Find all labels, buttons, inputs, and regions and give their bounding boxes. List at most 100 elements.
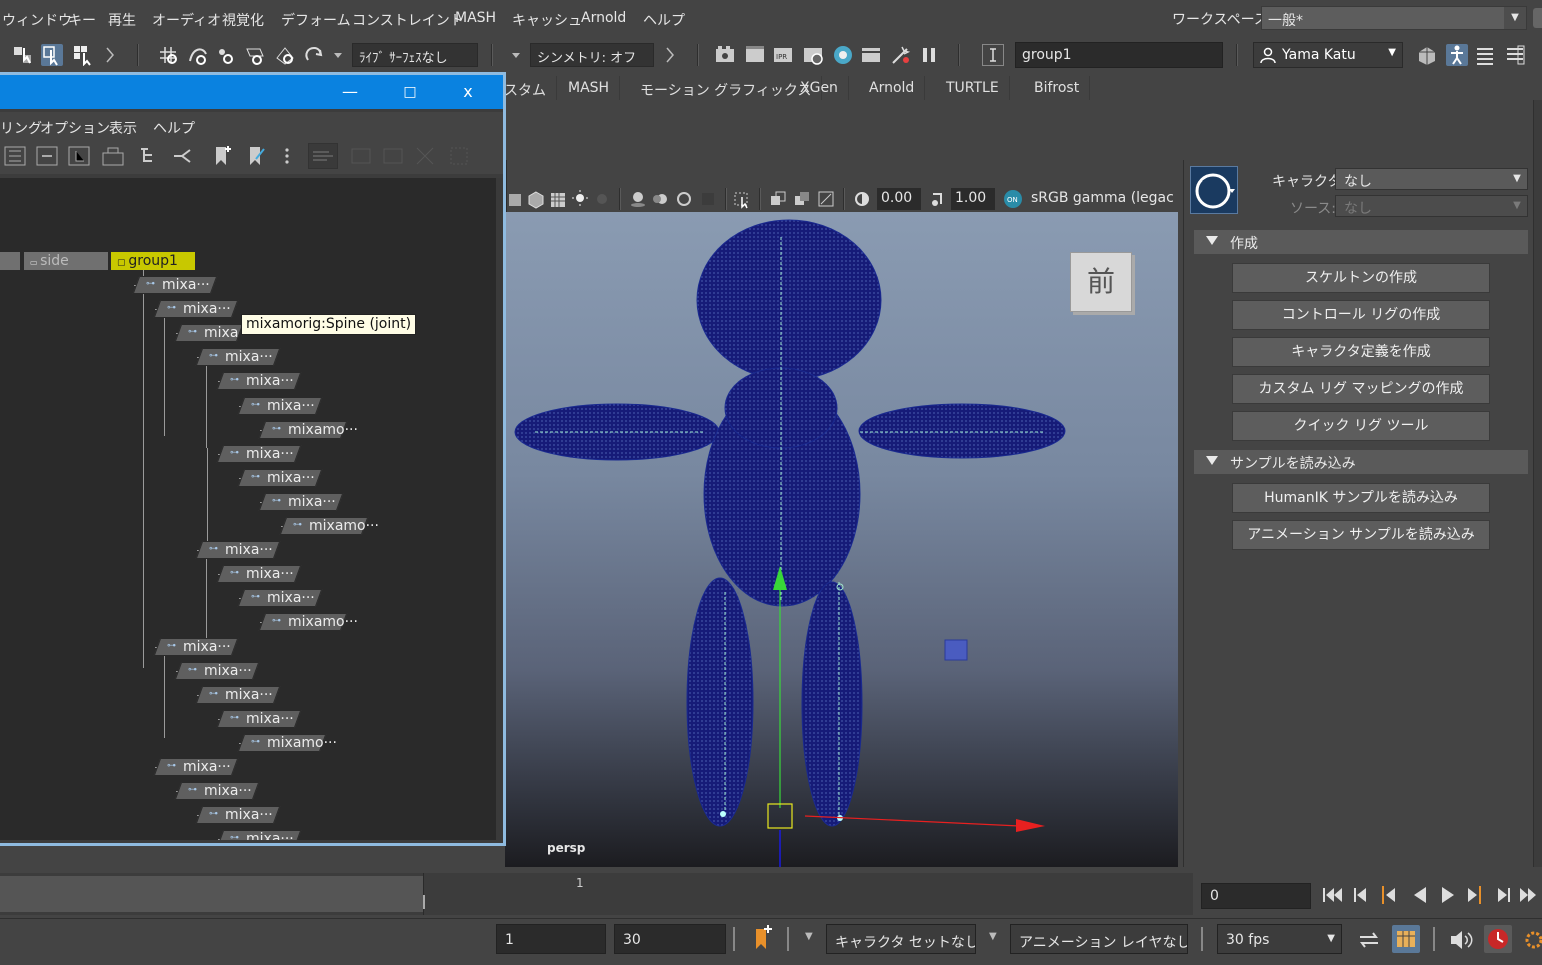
anti-aliasing-icon[interactable]: [675, 188, 693, 210]
manipulator-plane-handle[interactable]: [944, 639, 968, 661]
current-frame-indicator[interactable]: [423, 895, 425, 909]
menu-cache[interactable]: キャッシュ: [512, 10, 582, 30]
outliner-item-stub[interactable]: [0, 252, 20, 270]
snap-view-plane-icon[interactable]: [244, 44, 266, 66]
outliner-joint-item[interactable]: ⊶ mixa···: [153, 758, 239, 776]
collapse-arrow-icon[interactable]: [664, 44, 676, 66]
sort-icon[interactable]: [350, 145, 372, 167]
shelf-tab-mash[interactable]: MASH: [558, 76, 621, 100]
hierarchy-icon[interactable]: [138, 145, 160, 167]
current-time-field[interactable]: 0: [1201, 883, 1311, 909]
color-space-label[interactable]: sRGB gamma (legac: [1031, 190, 1178, 206]
step-forward-frame-icon[interactable]: [1468, 886, 1481, 904]
quick-rig-tool-button[interactable]: クイック リグ ツール: [1232, 411, 1490, 441]
outliner-joint-item[interactable]: ⊶ mixa···: [195, 806, 281, 825]
resolution-gate-icon[interactable]: [817, 188, 835, 210]
outliner-joint-item[interactable]: ⊶ mixa···: [216, 372, 302, 391]
outliner-scrollbar[interactable]: [496, 178, 503, 840]
load-humanik-sample-button[interactable]: HumanIK サンプルを読み込み: [1232, 483, 1490, 513]
select-object-icon[interactable]: [41, 44, 63, 66]
humanik-logo-icon[interactable]: [1190, 166, 1238, 214]
section-create[interactable]: 作成: [1194, 230, 1528, 254]
step-back-frame-icon[interactable]: [1382, 886, 1395, 904]
cache-playback-icon[interactable]: [1392, 925, 1420, 953]
attribute-editor-icon[interactable]: [1474, 44, 1496, 66]
outliner-joint-item[interactable]: ⊶ mixa···: [132, 276, 218, 294]
outliner-joint-item[interactable]: ⊶ mixamo···: [237, 733, 337, 752]
outliner-joint-item[interactable]: ⊶ mixa···: [174, 661, 260, 680]
lights-icon[interactable]: [571, 188, 589, 210]
render-settings-icon[interactable]: [802, 44, 824, 66]
range-end-field[interactable]: 30: [614, 924, 726, 954]
pin-add-icon[interactable]: [210, 145, 232, 167]
outliner-joint-item[interactable]: ⊶ mixa···: [237, 468, 323, 487]
go-to-start-icon[interactable]: [1323, 888, 1342, 902]
hypershade-icon[interactable]: [832, 44, 854, 66]
isolate-select-icon[interactable]: [733, 188, 751, 210]
gamma-icon[interactable]: [929, 188, 947, 210]
channel-box-icon[interactable]: [1504, 44, 1526, 66]
live-surface-field[interactable]: ﾗｲﾌﾞ ｻｰﾌｪｽなし: [352, 43, 478, 67]
step-back-key-icon[interactable]: [1354, 888, 1366, 902]
depth-of-field-icon[interactable]: [699, 188, 717, 210]
character-set-field[interactable]: キャラクタ セットなし: [826, 924, 976, 954]
outliner-joint-item[interactable]: ⊶ mixa···: [153, 637, 239, 656]
outliner-joint-item[interactable]: ⊶ mixa···: [216, 565, 302, 584]
outliner-joint-item[interactable]: ⊶ mixa···: [153, 300, 239, 319]
render-frame-icon[interactable]: [744, 44, 766, 66]
play-forwards-icon[interactable]: [1442, 887, 1454, 903]
render-view-icon[interactable]: [714, 44, 736, 66]
collapse-selection-icon[interactable]: [448, 145, 470, 167]
outliner-joint-item[interactable]: ⊶ mixa···: [237, 396, 323, 415]
menu-mash[interactable]: MASH: [455, 10, 496, 26]
collapse-all-icon[interactable]: [36, 145, 58, 167]
viewcube[interactable]: 前: [1070, 252, 1132, 312]
menu-deform[interactable]: デフォーム: [281, 10, 351, 30]
outliner-joint-item[interactable]: ⊶ mixa: [174, 324, 244, 343]
outliner-joint-item[interactable]: ⊶ mixa···: [237, 589, 323, 608]
menu-constrain[interactable]: コンストレイント: [352, 10, 464, 30]
outliner-joint-item[interactable]: ⊶ mixa···: [174, 782, 260, 801]
workspace-select[interactable]: 一般* ▼: [1261, 6, 1527, 30]
panel-scrollbar[interactable]: [1533, 100, 1542, 867]
outliner-joint-item[interactable]: ⊶ mixamo···: [258, 420, 358, 439]
time-slider-track[interactable]: [423, 873, 1193, 915]
load-animation-sample-button[interactable]: アニメーション サンプルを読み込み: [1232, 520, 1490, 550]
symmetry-field[interactable]: シンメトリ: オフ: [530, 43, 654, 67]
outliner-item-group1[interactable]: ▢ group1: [111, 252, 195, 270]
shelf-tab-xgen[interactable]: XGen: [790, 76, 849, 100]
modeling-toolkit-icon[interactable]: [1416, 44, 1438, 66]
minimize-button[interactable]: —: [326, 75, 374, 109]
create-character-definition-button[interactable]: キャラクタ定義を作成: [1232, 337, 1490, 367]
menu-help[interactable]: ヘルプ: [643, 10, 685, 30]
pin-edit-icon[interactable]: [244, 145, 266, 167]
ambient-occlusion-icon[interactable]: [629, 188, 647, 210]
create-custom-rig-mapping-button[interactable]: カスタム リグ マッピングの作成: [1232, 374, 1490, 404]
section-load-samples[interactable]: サンプルを読み込み: [1194, 450, 1528, 474]
dropdown-arrow-icon[interactable]: [510, 44, 522, 66]
textured-icon[interactable]: [549, 188, 567, 210]
shelf-tab-bifrost[interactable]: Bifrost: [1024, 76, 1091, 100]
input-line-icon[interactable]: [982, 44, 1004, 66]
auto-key-icon[interactable]: [748, 925, 774, 953]
create-skeleton-button[interactable]: スケルトンの作成: [1232, 263, 1490, 293]
object-name-field[interactable]: group1: [1015, 42, 1223, 68]
more-options-icon[interactable]: [280, 145, 294, 167]
snap-point-icon[interactable]: [214, 44, 236, 66]
gamma-field[interactable]: 1.00: [951, 188, 995, 210]
create-control-rig-button[interactable]: コントロール リグの作成: [1232, 300, 1490, 330]
exposure-icon[interactable]: [853, 188, 871, 210]
color-management-icon[interactable]: ON: [1003, 188, 1023, 210]
outliner-joint-item[interactable]: ⊶ mixa···: [258, 492, 344, 511]
menu-window[interactable]: ウィンドウ: [2, 10, 72, 30]
menu-playback[interactable]: 再生: [108, 10, 136, 30]
xray-joints-icon[interactable]: [793, 188, 811, 210]
outliner-menu-help[interactable]: ヘルプ: [153, 118, 195, 138]
outliner-tree[interactable]: ▭ side ▢ group1 ⊶ mixa··· ⊶ mixa··· ⊶ mixa ⊶ mi…: [0, 178, 496, 840]
expand-all-icon[interactable]: [68, 145, 90, 167]
dropdown-arrow-icon[interactable]: [332, 44, 344, 66]
chevron-down-icon[interactable]: ▼: [989, 931, 997, 942]
close-button[interactable]: x: [444, 75, 492, 109]
outliner-menu-display[interactable]: リング: [0, 118, 42, 138]
tree-view-icon[interactable]: [4, 145, 26, 167]
